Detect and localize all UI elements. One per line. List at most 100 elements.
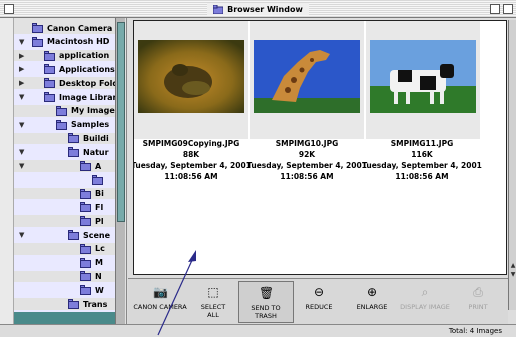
disclosure-open-icon[interactable]: ▼ xyxy=(19,38,24,46)
zoom-box-icon[interactable] xyxy=(490,4,500,14)
sidebar-scroll-thumb[interactable] xyxy=(117,22,125,222)
select-all-button[interactable]: ⬚ SELECT ALL xyxy=(185,281,241,323)
sidebar-item-label: Bi xyxy=(95,189,104,199)
giraffe-thumbnail-image[interactable] xyxy=(254,40,360,113)
disclosure-closed-icon[interactable]: ▶ xyxy=(19,52,24,60)
left-edge xyxy=(0,18,14,324)
disclosure-closed-icon[interactable]: ▶ xyxy=(19,65,24,73)
folder-icon xyxy=(56,105,67,116)
print-button[interactable]: ⎙ PRINT xyxy=(450,281,506,323)
folder-icon xyxy=(80,285,91,296)
sidebar-item-label: W xyxy=(95,285,104,295)
thumbnail-cell[interactable] xyxy=(134,21,248,139)
toolbar-button-label: DISPLAY IMAGE xyxy=(400,303,450,311)
folder-icon xyxy=(80,202,91,213)
toolbar-button-label: ENLARGE xyxy=(356,303,388,311)
sidebar-item-label: Applications ( xyxy=(59,64,120,74)
camera-button[interactable]: 📷 CANON CAMERA xyxy=(132,281,188,323)
status-text: Total: 4 Images xyxy=(448,327,502,335)
toolbar-button-label: REDUCE xyxy=(305,303,333,311)
file-name: SMPIMG11.JPG xyxy=(390,139,454,148)
collapse-box-icon[interactable] xyxy=(503,4,513,14)
thumbnail-area[interactable]: SMPIMG09Copying.JPG 88K Tuesday, Septemb… xyxy=(133,20,507,275)
title-bar[interactable]: Browser Window xyxy=(0,0,516,18)
toolbar-button-label: CANON CAMERA xyxy=(133,303,187,311)
folder-icon xyxy=(44,64,55,75)
folder-icon xyxy=(80,243,91,254)
file-time: 11:08:56 AM xyxy=(280,172,334,181)
thumbnail-cell[interactable] xyxy=(366,21,480,139)
thumbnail-cell[interactable] xyxy=(250,21,364,139)
cow-thumbnail-image[interactable] xyxy=(370,40,476,113)
trash-button[interactable]: 🗑 SEND TO TRASH xyxy=(238,281,294,323)
zoom-in-icon: ⊕ xyxy=(366,285,378,299)
camera-icon: 📷 xyxy=(153,285,168,299)
file-size: 116K xyxy=(411,150,433,159)
thumbnail-scrollbar[interactable]: ▲ ▼ xyxy=(508,20,516,310)
toolbar-button-label: PRINT xyxy=(468,303,488,311)
scroll-down-arrow-icon[interactable]: ▼ xyxy=(509,271,516,279)
folder-tree[interactable]: Canon Camera ▼ Macintosh HD ▶ application ▶ Ap… xyxy=(14,18,127,324)
sidebar-item-label: Natur xyxy=(83,147,109,157)
sidebar-scroll-track[interactable] xyxy=(14,312,115,324)
status-bar: Total: 4 Images xyxy=(0,324,516,337)
turtle-thumbnail-image[interactable] xyxy=(138,40,244,113)
folder-icon xyxy=(80,271,91,282)
sidebar-item-label: Pl xyxy=(95,216,104,226)
folder-icon xyxy=(68,133,79,144)
zoom-in-button[interactable]: ⊕ ENLARGE xyxy=(344,281,400,323)
sidebar-item-label: My Image xyxy=(71,106,115,116)
display-image-button[interactable]: ⌕ DISPLAY IMAGE xyxy=(397,281,453,323)
disclosure-open-icon[interactable]: ▼ xyxy=(19,121,24,129)
sidebar-item-label: Scene xyxy=(83,230,111,240)
folder-icon xyxy=(213,4,224,14)
display-image-icon: ⌕ xyxy=(421,285,429,299)
sidebar-item-label: Desktop Folde xyxy=(59,78,120,88)
file-date: Tuesday, September 4, 2001 xyxy=(362,161,482,170)
folder-icon xyxy=(80,257,91,268)
sidebar-item-label: Canon Camera xyxy=(47,23,113,33)
sidebar-item-label: Trans xyxy=(83,299,108,309)
zoom-out-icon: ⊖ xyxy=(313,285,325,299)
file-name: SMPIMG10.JPG xyxy=(275,139,339,148)
disclosure-open-icon[interactable]: ▼ xyxy=(19,231,24,239)
disclosure-open-icon[interactable]: ▼ xyxy=(19,148,24,156)
sidebar-scrollbar[interactable] xyxy=(115,18,125,324)
folder-icon xyxy=(68,299,79,309)
file-time: 11:08:56 AM xyxy=(395,172,449,181)
camera-icon xyxy=(32,23,43,33)
scroll-up-arrow-icon[interactable]: ▲ xyxy=(509,262,516,270)
file-size: 88K xyxy=(182,150,200,159)
folder-icon xyxy=(56,119,67,130)
folder-icon xyxy=(80,188,91,199)
select-all-icon: ⬚ xyxy=(207,285,219,299)
disclosure-open-icon[interactable]: ▼ xyxy=(19,162,24,170)
disclosure-open-icon[interactable]: ▼ xyxy=(19,93,24,101)
sidebar-item-label: Samples xyxy=(71,120,110,130)
toolbar: 📷 CANON CAMERA ⬚ SELECT ALL 🗑 SEND TO TRASH ⊖ R… xyxy=(128,278,508,324)
thumbnail-info: SMPIMG11.JPG 116K Tuesday, September 4, … xyxy=(361,138,483,182)
file-name: SMPIMG09Copying.JPG xyxy=(142,139,240,148)
zoom-out-button[interactable]: ⊖ REDUCE xyxy=(291,281,347,323)
folder-icon xyxy=(44,92,55,102)
sidebar-item-label: application xyxy=(59,51,110,61)
folder-icon xyxy=(68,230,79,240)
folder-icon xyxy=(80,216,91,227)
toolbar-button-label: SEND TO TRASH xyxy=(251,304,281,320)
file-size: 92K xyxy=(298,150,316,159)
folder-icon xyxy=(68,147,79,158)
sidebar-item-label: A xyxy=(95,161,102,171)
sidebar-item-label: Buildi xyxy=(83,133,109,143)
window-title: Browser Window xyxy=(227,4,303,14)
sidebar-item-label: M xyxy=(95,258,103,268)
disclosure-closed-icon[interactable]: ▶ xyxy=(19,79,24,87)
print-icon: ⎙ xyxy=(473,285,483,299)
hard-drive-icon xyxy=(32,36,43,47)
file-time: 11:08:56 AM xyxy=(164,172,218,181)
file-date: Tuesday, September 4, 2001 xyxy=(133,161,251,170)
thumbnail-info: SMPIMG09Copying.JPG 88K Tuesday, Septemb… xyxy=(133,138,252,182)
file-date: Tuesday, September 4, 2001 xyxy=(247,161,367,170)
trash-icon: 🗑 xyxy=(259,286,275,300)
thumbnail-info: SMPIMG10.JPG 92K Tuesday, September 4, 2… xyxy=(246,138,368,182)
browser-window: Browser Window Canon Camera ▼ Macintosh HD… xyxy=(0,0,516,337)
